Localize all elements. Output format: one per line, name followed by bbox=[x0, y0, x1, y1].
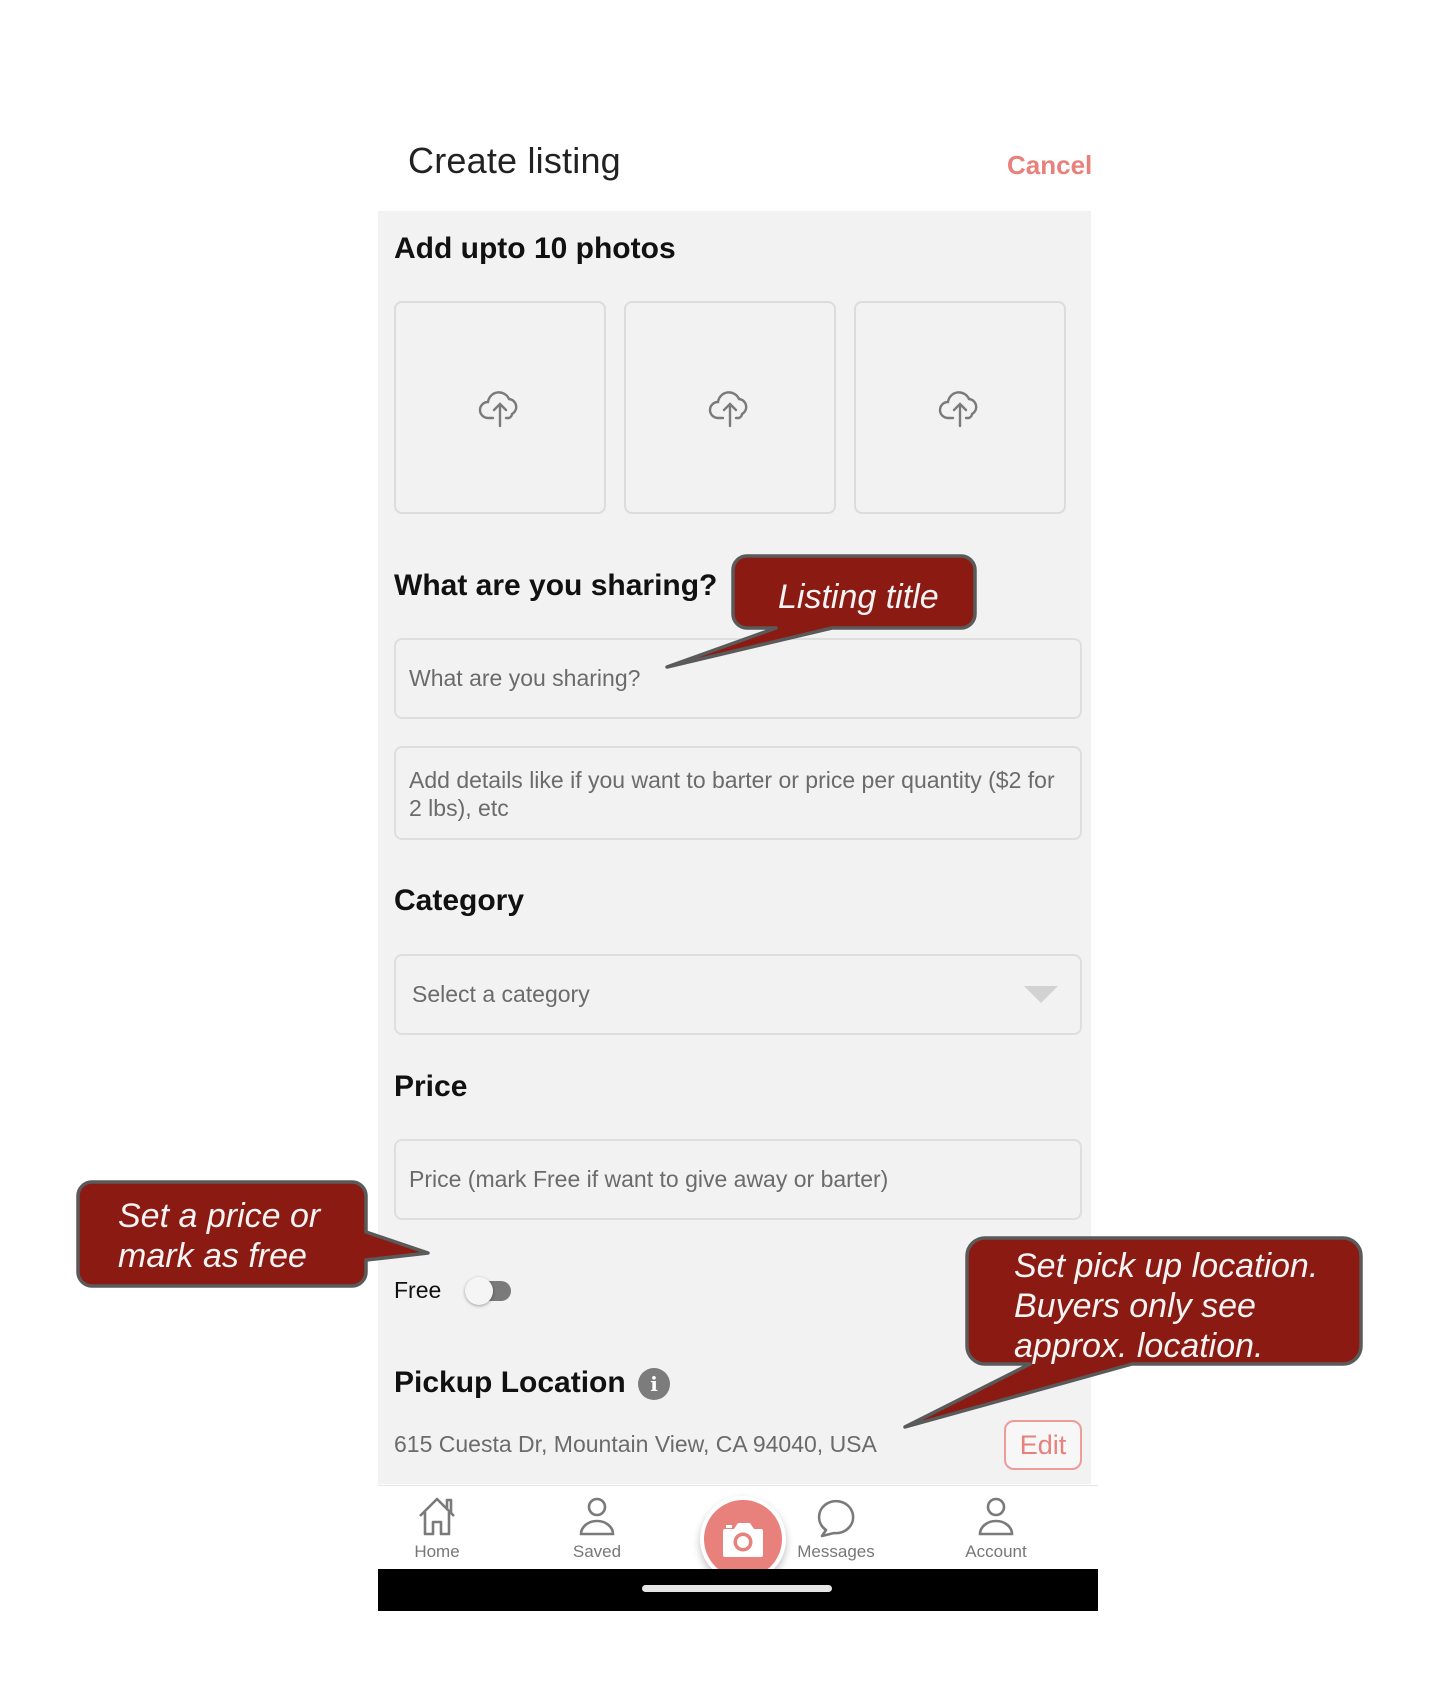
home-icon bbox=[419, 1497, 455, 1536]
listing-details-input[interactable]: Add details like if you want to barter o… bbox=[394, 746, 1082, 840]
system-home-bar bbox=[378, 1569, 1098, 1611]
edit-location-button[interactable]: Edit bbox=[1004, 1420, 1082, 1470]
photo-upload-slot-1[interactable] bbox=[394, 301, 606, 514]
info-icon[interactable]: i bbox=[638, 1368, 670, 1400]
cloud-upload-icon bbox=[938, 390, 978, 427]
category-section-title: Category bbox=[394, 884, 525, 917]
photo-upload-slot-2[interactable] bbox=[624, 301, 836, 514]
pickup-callout-line-2: Buyers only see bbox=[1014, 1287, 1256, 1325]
listing-title-placeholder: What are you sharing? bbox=[409, 665, 641, 691]
nav-label-saved: Saved bbox=[572, 1542, 622, 1561]
chat-bubble-icon bbox=[817, 1499, 855, 1538]
person-icon bbox=[978, 1497, 1014, 1536]
pickup-callout-line-3: approx. location. bbox=[1014, 1327, 1264, 1365]
category-select[interactable]: Select a category bbox=[394, 954, 1082, 1035]
pickup-address: 615 Cuesta Dr, Mountain View, CA 94040, … bbox=[394, 1431, 877, 1457]
price-input[interactable]: Price (mark Free if want to give away or… bbox=[394, 1139, 1082, 1220]
nav-item-saved[interactable]: Saved bbox=[542, 1486, 652, 1570]
nav-item-account[interactable]: Account bbox=[941, 1486, 1051, 1570]
nav-item-messages[interactable]: Messages bbox=[781, 1486, 891, 1570]
cancel-button[interactable]: Cancel bbox=[1007, 150, 1092, 181]
price-callout-line-2: mark as free bbox=[118, 1237, 307, 1275]
price-section-title: Price bbox=[394, 1070, 468, 1103]
person-icon bbox=[579, 1497, 615, 1536]
sharing-section-title: What are you sharing? bbox=[394, 569, 718, 602]
nav-label-home: Home bbox=[414, 1542, 460, 1561]
listing-details-placeholder: Add details like if you want to barter o… bbox=[409, 767, 1055, 821]
free-label: Free bbox=[394, 1277, 442, 1303]
photos-section-title: Add upto 10 photos bbox=[394, 232, 676, 265]
listing-title-callout-text: Listing title bbox=[778, 578, 939, 616]
chevron-down-icon bbox=[1024, 986, 1058, 1003]
cloud-upload-icon bbox=[708, 390, 748, 427]
nav-label-messages: Messages bbox=[797, 1542, 875, 1561]
camera-icon bbox=[723, 1523, 763, 1557]
nav-label-account: Account bbox=[965, 1542, 1027, 1561]
home-indicator[interactable] bbox=[642, 1585, 832, 1592]
pickup-callout-line-1: Set pick up location. bbox=[1014, 1247, 1319, 1285]
listing-title-input[interactable]: What are you sharing? bbox=[394, 638, 1082, 719]
nav-item-home[interactable]: Home bbox=[382, 1486, 492, 1570]
pickup-section-title: Pickup Location bbox=[394, 1366, 626, 1399]
cloud-upload-icon bbox=[478, 390, 518, 427]
free-toggle-thumb bbox=[465, 1277, 493, 1305]
photo-upload-slot-3[interactable] bbox=[854, 301, 1066, 514]
category-select-placeholder: Select a category bbox=[412, 981, 590, 1007]
page-title: Create listing bbox=[408, 140, 621, 181]
price-callout-line-1: Set a price or bbox=[118, 1197, 321, 1235]
price-input-placeholder: Price (mark Free if want to give away or… bbox=[409, 1166, 889, 1192]
free-toggle[interactable] bbox=[465, 1277, 511, 1305]
